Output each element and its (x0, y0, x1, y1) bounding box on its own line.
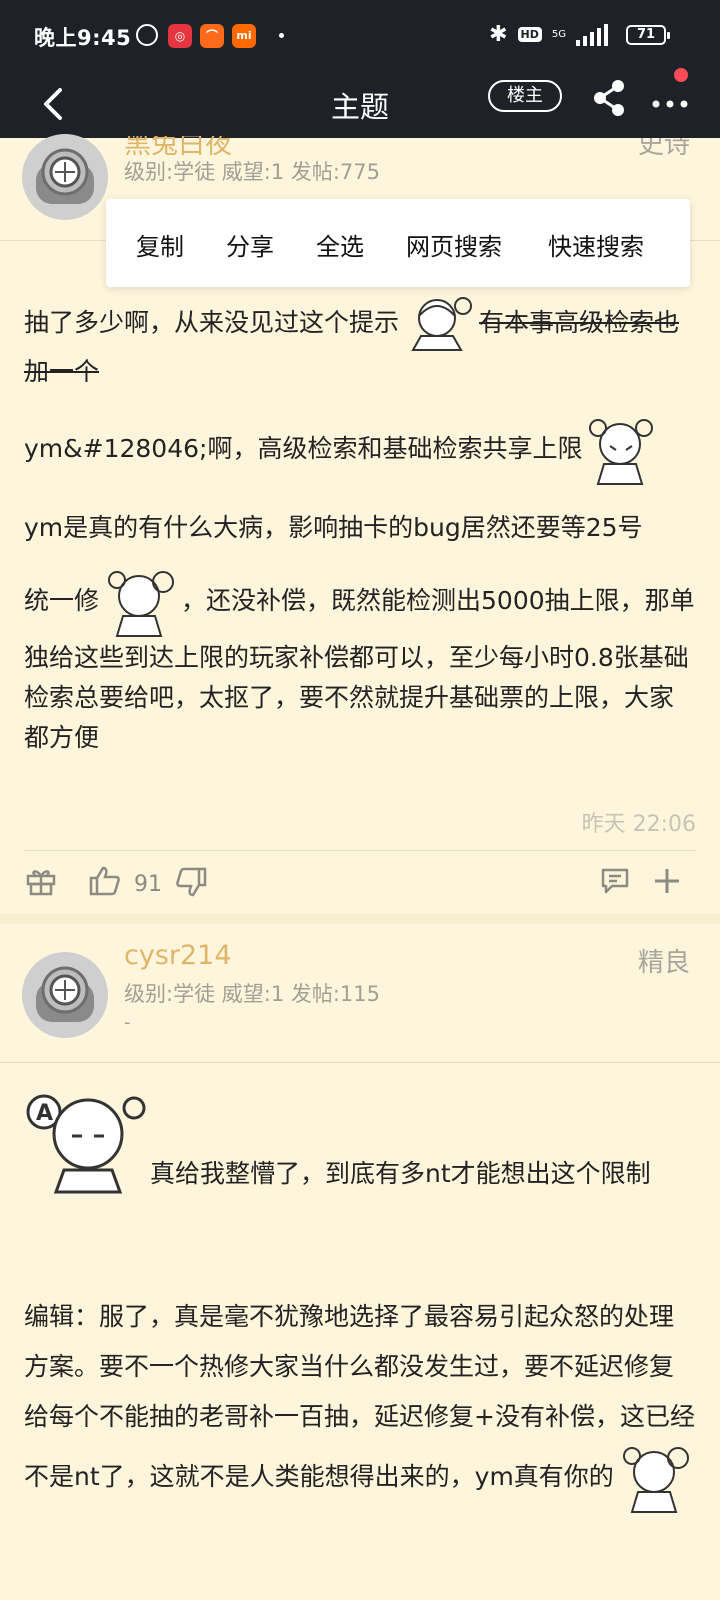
avatar[interactable] (22, 952, 108, 1038)
post-user-sub: - (124, 1012, 131, 1033)
post-action-bar: 91 (0, 852, 720, 922)
xiaomi-app-icon: ⌒ (200, 24, 224, 48)
avatar[interactable] (22, 134, 108, 220)
thumbs-down-icon[interactable] (174, 866, 208, 900)
thumbs-up-icon[interactable] (88, 864, 122, 898)
post-text: 真给我整懵了，到底有多nt才能想出这个限制 (150, 1159, 651, 1188)
sticker-icon (622, 1447, 689, 1513)
only-op-button[interactable]: 楼主 (488, 80, 562, 112)
diver-helmet-avatar-icon (22, 134, 108, 220)
post-separator (0, 914, 720, 924)
menu-quick-search[interactable]: 快速搜索 (548, 227, 644, 262)
post-text: 抽了多少啊，从来没见过这个提示 (24, 308, 400, 337)
sticker-icon (589, 419, 654, 485)
post-username[interactable]: cysr214 (124, 940, 232, 971)
post-text: 编辑：服了，真是毫不犹豫地选择了最容易引起众怒的处理方案。要不一个热修大家当什么… (24, 1302, 695, 1491)
more-options-icon[interactable] (650, 82, 690, 122)
like-count: 91 (134, 872, 162, 897)
post-paragraph: A 真给我整懵了，到底有多nt才能想出这个限制 (24, 1086, 696, 1194)
post-user-info: 级别:学徒 威望:1 发帖:775 (124, 160, 381, 184)
menu-share[interactable]: 分享 (226, 227, 274, 262)
sticker-icon: A (26, 1094, 146, 1194)
network-type: 5G (551, 28, 566, 40)
share-icon[interactable] (590, 78, 630, 118)
sticker-icon (108, 571, 175, 637)
header-divider (0, 1062, 720, 1063)
netease-music-icon: ◎ (168, 24, 192, 48)
post-paragraph: 编辑：服了，真是毫不犹豫地选择了最容易引起众怒的处理方案。要不一个热修大家当什么… (24, 1292, 696, 1514)
notification-dot-icon (279, 33, 284, 38)
post-text: 统一修 (24, 586, 100, 615)
post-text: ym&#128046;啊，高级检索和基础检索共享上限 (24, 434, 583, 463)
status-time: 晚上9:45 (34, 26, 132, 50)
alarm-icon (136, 24, 158, 46)
svg-text:A: A (36, 1101, 53, 1126)
post-paragraph: ym是真的有什么大病，影响抽卡的bug居然还要等25号 统一修 ，还没补偿，既然… (24, 508, 696, 758)
sticker-icon (411, 297, 473, 351)
text-selection-menu: 复制 分享 全选 网页搜索 快速搜索 (106, 199, 690, 287)
menu-copy[interactable]: 复制 (136, 227, 184, 262)
diver-helmet-avatar-icon (22, 952, 108, 1038)
bluetooth-icon: ✱ (489, 22, 508, 47)
post-text: ym是真的有什么大病，影响抽卡的bug居然还要等25号 (24, 513, 643, 542)
post-divider (24, 850, 696, 851)
mi-icon: mi (232, 24, 256, 48)
post-body: 抽了多少啊，从来没见过这个提示 有本事高级检索也加一个 (24, 296, 696, 392)
status-bar: 晚上9:45 ◎ ⌒ mi ✱ HD 5G 71 (0, 0, 720, 72)
menu-select-all[interactable]: 全选 (316, 227, 364, 262)
signal-icon (576, 23, 608, 46)
post-paragraph: ym&#128046;啊，高级检索和基础检索共享上限 (24, 414, 696, 486)
hd-icon: HD (517, 27, 542, 42)
comment-icon[interactable] (600, 866, 630, 896)
top-navigation-bar: 主题 楼主 (0, 68, 720, 138)
notification-badge (674, 68, 688, 82)
menu-web-search[interactable]: 网页搜索 (406, 227, 502, 262)
post-tag: 精良 (637, 948, 690, 978)
battery-icon: 71 (626, 25, 670, 45)
post-time: 昨天 22:06 (581, 812, 696, 837)
post-user-info: 级别:学徒 威望:1 发帖:115 (124, 982, 381, 1006)
gift-icon[interactable] (26, 866, 56, 896)
plus-icon[interactable] (652, 866, 682, 896)
